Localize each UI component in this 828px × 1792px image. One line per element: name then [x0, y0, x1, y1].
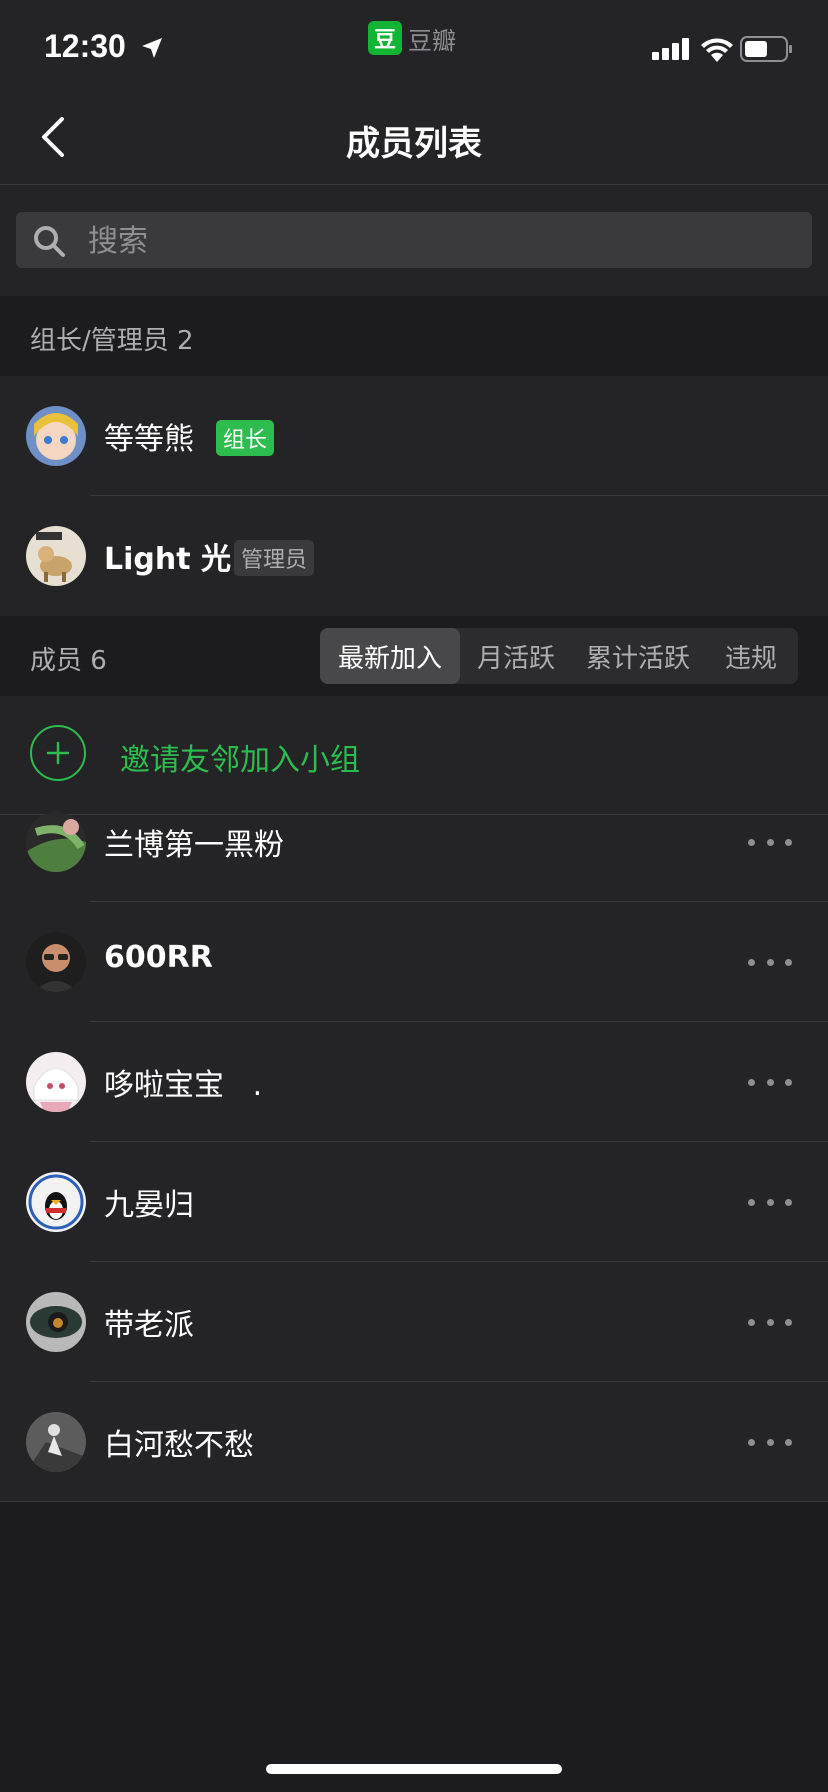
search-input[interactable]	[86, 212, 790, 270]
member-name: Light 光	[104, 542, 232, 577]
list-item[interactable]: Light 光 管理员	[0, 496, 828, 616]
avatar	[26, 1172, 86, 1232]
owner-badge: 组长	[216, 420, 275, 456]
app-indicator: 豆 豆瓣	[368, 20, 456, 56]
member-name: 哆啦宝宝 .	[104, 1068, 263, 1103]
more-options-button[interactable]	[748, 948, 792, 976]
location-arrow-icon	[142, 38, 162, 58]
avatar	[26, 1412, 86, 1472]
member-name: 等等熊	[104, 422, 194, 457]
home-indicator	[266, 1764, 562, 1774]
member-name: 兰博第一黑粉	[104, 828, 284, 863]
admins-section-header: 组长/管理员 2	[0, 296, 828, 376]
search-area	[0, 185, 828, 296]
member-name: 带老派	[104, 1308, 194, 1343]
divider	[0, 1501, 828, 1502]
avatar	[26, 812, 86, 872]
invite-label: 邀请友邻加入小组	[120, 743, 360, 778]
navigation-bar: 成员列表	[0, 90, 828, 185]
status-bar: 12:30 豆 豆瓣	[0, 0, 828, 90]
add-circle-icon	[30, 725, 86, 781]
list-item[interactable]: 600RR	[0, 902, 828, 1022]
page-title: 成员列表	[346, 124, 482, 164]
list-item[interactable]: 等等熊 组长	[0, 376, 828, 496]
more-options-button[interactable]	[748, 1188, 792, 1216]
list-item[interactable]: 兰博第一黑粉	[0, 782, 828, 902]
avatar	[26, 1292, 86, 1352]
sort-tabs: 最新加入 月活跃 累计活跃 违规	[320, 628, 798, 684]
tab-total-active[interactable]: 累计活跃	[572, 628, 704, 684]
app-name: 豆瓣	[408, 26, 456, 55]
more-options-button[interactable]	[748, 1428, 792, 1456]
tab-violations[interactable]: 违规	[704, 628, 798, 684]
list-item[interactable]: 带老派	[0, 1262, 828, 1382]
avatar	[26, 526, 86, 586]
more-options-button[interactable]	[748, 828, 792, 856]
avatar	[26, 1052, 86, 1112]
list-item[interactable]: 九晏归	[0, 1142, 828, 1262]
member-name: 九晏归	[104, 1188, 194, 1223]
search-icon	[34, 226, 65, 257]
signal-icon	[652, 38, 689, 60]
wifi-icon	[701, 38, 733, 62]
member-name: 白河愁不愁	[104, 1428, 254, 1463]
avatar	[26, 932, 86, 992]
members-section-header: 成员 6 最新加入 月活跃 累计活跃 违规	[0, 616, 828, 696]
search-box[interactable]	[16, 212, 812, 270]
tab-newest[interactable]: 最新加入	[320, 628, 460, 684]
admin-badge: 管理员	[234, 540, 315, 576]
tab-monthly-active[interactable]: 月活跃	[460, 628, 572, 684]
member-name: 600RR	[104, 940, 213, 975]
douban-logo-icon: 豆	[368, 21, 402, 55]
admins-list: 等等熊 组长 Light 光 管理员	[0, 376, 828, 616]
list-item[interactable]: 白河愁不愁	[0, 1382, 828, 1502]
list-item[interactable]: 哆啦宝宝 .	[0, 1022, 828, 1142]
admins-section-label: 组长/管理员 2	[30, 326, 194, 356]
members-section-label: 成员 6	[30, 646, 107, 676]
avatar	[26, 406, 86, 466]
more-options-button[interactable]	[748, 1308, 792, 1336]
battery-icon	[740, 36, 792, 62]
status-time: 12:30	[44, 28, 126, 64]
more-options-button[interactable]	[748, 1068, 792, 1096]
